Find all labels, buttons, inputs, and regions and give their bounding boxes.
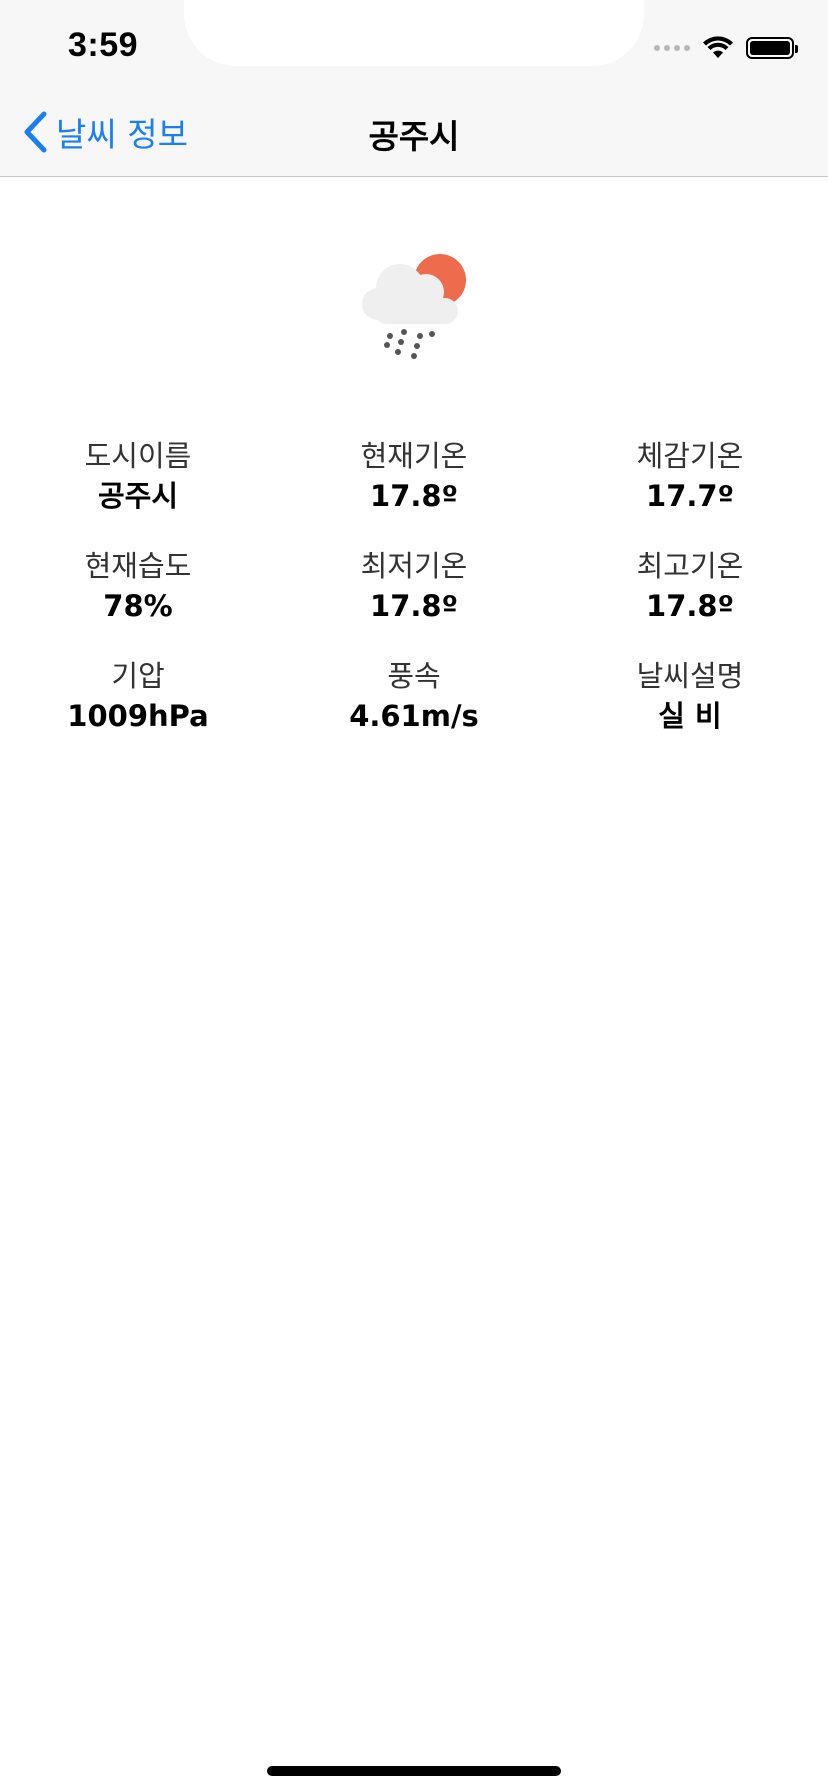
home-indicator[interactable] xyxy=(267,1766,561,1776)
info-max-temp: 최고기온 17.8º xyxy=(552,546,828,626)
info-value: 17.8º xyxy=(646,589,734,623)
status-time: 3:59 xyxy=(68,26,139,64)
info-value: 17.8º xyxy=(370,589,458,623)
info-label: 날씨설명 xyxy=(636,659,744,693)
page-title: 공주시 xyxy=(368,117,460,156)
battery-icon xyxy=(746,37,798,59)
info-humidity: 현재습도 78% xyxy=(0,546,276,626)
weather-detail-screen: 3:59 날씨 정보 공주시 도시이름 공주시 현재기온 17.8º 체감기온 … xyxy=(0,0,828,1792)
cellular-signal-icon xyxy=(654,45,690,51)
info-label: 도시이름 xyxy=(84,439,192,473)
info-value: 실 비 xyxy=(658,699,722,733)
wifi-icon xyxy=(703,36,733,58)
info-value: 4.61m/s xyxy=(349,699,479,733)
navigation-area: 3:59 날씨 정보 공주시 xyxy=(0,0,828,177)
device-notch xyxy=(184,0,644,66)
status-icons xyxy=(654,36,798,60)
info-description: 날씨설명 실 비 xyxy=(552,656,828,736)
info-label: 체감기온 xyxy=(636,439,744,473)
info-label: 기압 xyxy=(111,659,165,693)
info-value: 78% xyxy=(103,589,173,623)
info-value: 1009hPa xyxy=(67,699,209,733)
info-wind-speed: 풍속 4.61m/s xyxy=(276,656,552,736)
info-min-temp: 최저기온 17.8º xyxy=(276,546,552,626)
info-value: 공주시 xyxy=(97,479,179,513)
info-feels-like: 체감기온 17.7º xyxy=(552,436,828,516)
info-label: 풍속 xyxy=(387,659,441,693)
info-label: 최고기온 xyxy=(636,549,744,583)
info-label: 최저기온 xyxy=(360,549,468,583)
sun-cloud-rain-icon xyxy=(362,254,466,359)
info-value: 17.7º xyxy=(646,479,734,513)
info-current-temp: 현재기온 17.8º xyxy=(276,436,552,516)
info-label: 현재습도 xyxy=(84,549,192,583)
weather-info-grid: 도시이름 공주시 현재기온 17.8º 체감기온 17.7º 현재습도 78% … xyxy=(0,436,828,736)
info-city-name: 도시이름 공주시 xyxy=(0,436,276,516)
info-value: 17.8º xyxy=(370,479,458,513)
info-label: 현재기온 xyxy=(360,439,468,473)
info-pressure: 기압 1009hPa xyxy=(0,656,276,736)
